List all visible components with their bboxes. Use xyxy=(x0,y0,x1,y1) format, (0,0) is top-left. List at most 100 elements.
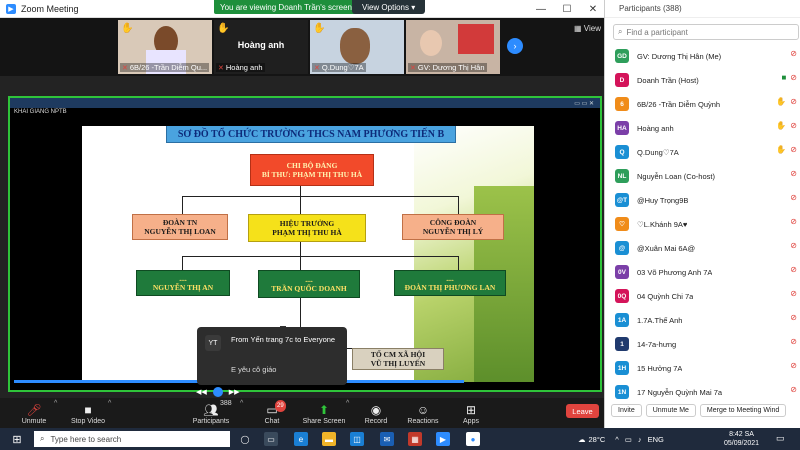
participant-status-icons: ⊘ xyxy=(790,385,797,394)
participant-tile[interactable]: ✋ ✕ 6B/26 -Trần Diễm Qu... xyxy=(118,20,212,74)
share-screen-button[interactable]: ⬆ Share Screen xyxy=(302,398,346,428)
edge-browser-icon[interactable]: e xyxy=(294,432,308,446)
unmute-button[interactable]: 🎤︎ Unmute xyxy=(14,398,54,428)
leave-button[interactable]: Leave xyxy=(566,404,599,418)
minimize-icon[interactable]: — xyxy=(528,4,554,15)
participant-avatar: 1A xyxy=(615,313,629,327)
windows-start-icon[interactable]: ⊞ xyxy=(8,428,26,450)
participant-avatar: NL xyxy=(615,169,629,183)
muted-mic-icon: ✕ xyxy=(410,65,416,72)
participant-row[interactable]: 1A 1.7A.Thế Anh ⊘ xyxy=(605,308,800,332)
taskbar-clock[interactable]: 8:42 SA 05/09/2021 xyxy=(724,430,759,448)
mail-icon[interactable]: ✉ xyxy=(380,432,394,446)
close-icon[interactable]: ✕ xyxy=(580,4,606,15)
participant-avatar: GD xyxy=(615,49,629,63)
network-icon[interactable]: ▭ xyxy=(625,435,632,444)
raised-hand-icon: ✋ xyxy=(776,121,787,130)
chat-notification[interactable]: YT From Yến trang 7c to Everyone E yêu c… xyxy=(197,327,347,385)
participant-video-image xyxy=(340,28,370,64)
org-box-line: .... xyxy=(446,273,454,283)
participant-row[interactable]: ♡ ♡L.Khánh 9A♥ ⊘ xyxy=(605,212,800,236)
participant-row[interactable]: D Doanh Trần (Host) ■ ⊘ xyxy=(605,68,800,92)
muted-mic-icon: ⊘ xyxy=(790,73,797,82)
skip-forward-icon[interactable]: ▶▶ xyxy=(229,388,240,396)
skip-back-icon[interactable]: ◀◀ xyxy=(196,388,207,396)
participant-row[interactable]: 1 14-7a-hưng ⊘ xyxy=(605,332,800,356)
muted-mic-icon: ⊘ xyxy=(790,289,797,298)
next-page-arrow-icon[interactable]: › xyxy=(507,38,523,54)
apps-button[interactable]: ⊞ Apps xyxy=(458,398,484,428)
gallery-view-button[interactable]: ▦ View xyxy=(574,24,601,33)
play-pause-icon[interactable] xyxy=(212,387,223,397)
notification-icon[interactable]: ▭ xyxy=(776,433,785,444)
raised-hand-icon: ✋ xyxy=(121,23,134,34)
zoom-meeting-icon[interactable]: ● xyxy=(466,432,480,446)
record-label: Record xyxy=(364,418,388,425)
participants-label: Participants xyxy=(192,418,230,425)
org-box-line: .... xyxy=(305,274,313,284)
org-box-youth-union: ĐOÀN TN NGUYỄN THỊ LOAN xyxy=(132,214,228,240)
record-button[interactable]: ◉ Record xyxy=(360,398,392,428)
participant-tile[interactable]: ✋ ✕ Q.Dung♡7A xyxy=(310,20,404,74)
participant-row[interactable]: NL Nguyễn Loan (Co-host) ⊘ xyxy=(605,164,800,188)
task-view-icon[interactable]: ◯ xyxy=(238,432,252,446)
share-screen-label: Share Screen xyxy=(302,418,346,425)
view-options-button[interactable]: View Options ▾ xyxy=(352,0,426,14)
office-app-icon[interactable]: ▦ xyxy=(408,432,422,446)
participant-row[interactable]: @ @Xuân Mai 6A@ ⊘ xyxy=(605,236,800,260)
zoom-logo-icon: ▶ xyxy=(6,3,16,14)
participant-tile[interactable]: ✋ Hoàng anh ✕ Hoàng anh xyxy=(214,20,308,74)
org-connector xyxy=(300,186,301,214)
participant-row[interactable]: 1H 15 Hưởng 7A ⊘ xyxy=(605,356,800,380)
share-screen-icon: ⬆ xyxy=(318,403,330,417)
raised-hand-icon: ✋ xyxy=(217,23,230,34)
language-indicator[interactable]: ENG xyxy=(648,435,664,444)
unmute-me-button[interactable]: Unmute Me xyxy=(645,403,696,417)
muted-mic-icon: ⊘ xyxy=(790,193,797,202)
chevron-up-icon[interactable]: ^ xyxy=(346,400,349,407)
participant-row[interactable]: 6 6B/26 -Trần Diễm Quỳnh ✋ ⊘ xyxy=(605,92,800,116)
participant-row[interactable]: HA Hoàng anh ✋ ⊘ xyxy=(605,116,800,140)
volume-icon[interactable]: ♪ xyxy=(638,435,642,444)
windows-taskbar: ⊞ ⌕ Type here to search ◯ ▭ e ▬ ◫ ✉ ▦ ▶ … xyxy=(0,428,800,450)
merge-to-meeting-window-button[interactable]: Merge to Meeting Wind xyxy=(699,403,787,417)
tile-name: ✕ GV: Dương Thị Hân xyxy=(408,63,487,72)
invite-button[interactable]: Invite xyxy=(611,403,642,417)
participant-row[interactable]: Q Q.Dung♡7A ✋ ⊘ xyxy=(605,140,800,164)
chat-sender: From Yến trang 7c to Everyone xyxy=(231,335,336,344)
screen-share-area: ▭ ▭ ✕ KHAI GIANG NPTB SƠ ĐỒ TỔ CHỨC TRƯỜ… xyxy=(0,76,604,398)
meeting-toolbar: 🎤︎ Unmute ^ ■ Stop Video ^ 👥︎ Participan… xyxy=(0,398,604,428)
participant-row[interactable]: 0V 03 Võ Phương Anh 7A ⊘ xyxy=(605,260,800,284)
muted-mic-icon: ⊘ xyxy=(790,217,797,226)
chat-button[interactable]: ▭ 29 Chat xyxy=(258,398,286,428)
participant-status-icons: ⊘ xyxy=(790,289,797,298)
search-placeholder: Find a participant xyxy=(626,27,688,37)
file-explorer-icon[interactable]: ▭ xyxy=(264,432,278,446)
participant-search-input[interactable]: ⌕ Find a participant xyxy=(613,24,799,40)
chevron-up-icon[interactable]: ^ xyxy=(108,400,111,407)
chat-message: E yêu cô giáo xyxy=(231,365,277,374)
org-connector xyxy=(182,196,183,214)
org-box-line: HIỆU TRƯỞNG xyxy=(279,218,335,228)
stop-video-button[interactable]: ■ Stop Video xyxy=(66,398,110,428)
store-icon[interactable]: ◫ xyxy=(350,432,364,446)
clock-date: 05/09/2021 xyxy=(724,440,760,448)
reactions-button[interactable]: ☺ Reactions xyxy=(404,398,442,428)
participant-name: 1.7A.Thế Anh xyxy=(637,315,683,325)
maximize-icon[interactable]: ☐ xyxy=(554,4,580,15)
folder-icon[interactable]: ▬ xyxy=(322,432,336,446)
org-box-line: ĐOÀN THỊ PHƯƠNG LAN xyxy=(404,283,496,292)
participant-name: 6B/26 -Trần Diễm Quỳnh xyxy=(637,99,721,109)
participant-row[interactable]: @T @Huy Trọng9B ⊘ xyxy=(605,188,800,212)
participant-tile[interactable]: ✕ GV: Dương Thị Hân xyxy=(406,20,500,74)
chevron-up-icon[interactable]: ^ xyxy=(240,400,243,407)
tile-name: ✕ Q.Dung♡7A xyxy=(312,63,366,72)
zoom-app-icon[interactable]: ▶ xyxy=(436,432,450,446)
muted-mic-icon: ⊘ xyxy=(790,361,797,370)
participant-row[interactable]: GD GV: Dương Thị Hân (Me) ⊘ xyxy=(605,44,800,68)
participant-row[interactable]: 0Q 04 Quỳnh Chi 7a ⊘ xyxy=(605,284,800,308)
org-connector xyxy=(458,256,459,270)
taskbar-search-input[interactable]: ⌕ Type here to search xyxy=(34,431,230,447)
chevron-up-icon[interactable]: ^ xyxy=(54,400,57,407)
chevron-up-icon[interactable]: ^ xyxy=(615,435,619,444)
